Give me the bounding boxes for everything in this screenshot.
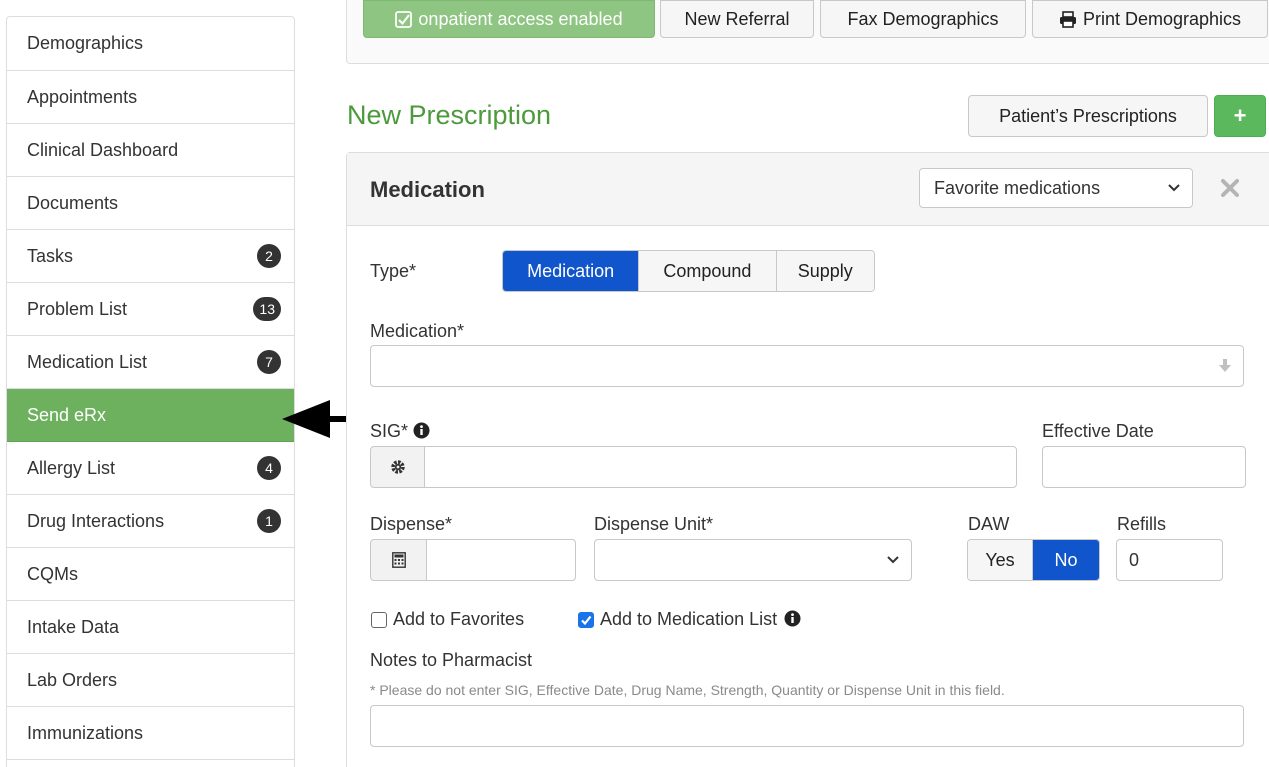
sidebar-item-label: Send eRx xyxy=(27,404,107,425)
add-prescription-button[interactable]: + xyxy=(1214,95,1266,137)
sidebar-item-label: Appointments xyxy=(27,86,138,107)
add-to-medication-list-checkbox[interactable] xyxy=(578,612,594,628)
type-segmented-control: Medication Compound Supply xyxy=(502,250,875,292)
info-icon[interactable] xyxy=(413,422,430,439)
print-demographics-label: Print Demographics xyxy=(1082,8,1242,29)
dispense-calculator-button[interactable] xyxy=(370,539,427,581)
daw-label: DAW xyxy=(968,514,1010,534)
medication-panel: Medication Favorite medications Type* Me… xyxy=(346,152,1269,767)
add-to-medication-list-text: Add to Medication List xyxy=(600,609,778,629)
type-supply-button[interactable]: Supply xyxy=(776,251,874,291)
onpatient-access-label: onpatient access enabled xyxy=(418,8,623,29)
sidebar-item-label: Intake Data xyxy=(27,616,120,637)
sidebar-item-intake-data[interactable]: Intake Data xyxy=(7,601,294,654)
count-badge: 2 xyxy=(257,244,281,268)
sig-settings-button[interactable] xyxy=(370,446,425,488)
sig-label: SIG* xyxy=(370,421,430,442)
sidebar-item-label: Clinical Dashboard xyxy=(27,139,179,160)
count-badge: 7 xyxy=(257,350,281,374)
new-referral-button[interactable]: New Referral xyxy=(660,0,814,38)
plus-icon: + xyxy=(1233,103,1247,128)
favorite-medications-value: Favorite medications xyxy=(934,177,1101,198)
type-compound-button[interactable]: Compound xyxy=(639,251,777,291)
notes-to-pharmacist-input[interactable] xyxy=(370,705,1244,747)
sidebar-nav: Demographics Appointments Clinical Dashb… xyxy=(6,16,295,767)
onpatient-access-button[interactable]: onpatient access enabled xyxy=(363,0,655,38)
effective-date-input[interactable] xyxy=(1042,446,1246,488)
sidebar-item-allergy-list[interactable]: Allergy List 4 xyxy=(7,442,294,495)
sidebar-item-send-erx[interactable]: Send eRx xyxy=(7,389,294,442)
new-referral-label: New Referral xyxy=(684,8,790,29)
sidebar-item-label: Medication List xyxy=(27,351,148,372)
daw-segmented-control: Yes No xyxy=(967,539,1100,581)
dispense-unit-select[interactable] xyxy=(594,539,912,581)
refills-input[interactable]: 0 xyxy=(1116,539,1223,581)
notes-to-pharmacist-label: Notes to Pharmacist xyxy=(370,650,533,670)
sidebar-item-label: CQMs xyxy=(27,563,78,584)
count-badge: 13 xyxy=(253,297,281,321)
close-icon[interactable] xyxy=(1219,177,1241,199)
dispense-label: Dispense* xyxy=(370,514,453,534)
demographics-toolbar: onpatient access enabled New Referral Fa… xyxy=(346,0,1269,64)
chevron-down-icon xyxy=(887,556,899,564)
sig-label-text: SIG* xyxy=(370,421,409,441)
count-badge: 4 xyxy=(257,456,281,480)
refills-label: Refills xyxy=(1117,514,1167,534)
checkbox-check-icon xyxy=(395,10,413,28)
effective-date-label: Effective Date xyxy=(1042,421,1154,441)
gear-icon xyxy=(390,460,405,474)
sidebar-item-clinical-dashboard[interactable]: Clinical Dashboard xyxy=(7,124,294,177)
daw-yes-button[interactable]: Yes xyxy=(968,540,1034,580)
sidebar-item-medication-list[interactable]: Medication List 7 xyxy=(7,336,294,389)
dispense-input[interactable] xyxy=(426,539,576,581)
info-icon[interactable] xyxy=(784,610,801,627)
notes-hint-text: * Please do not enter SIG, Effective Dat… xyxy=(370,682,1005,698)
sig-input[interactable] xyxy=(424,446,1017,488)
sidebar-item-label: Lab Orders xyxy=(27,669,118,690)
sidebar-item-cqms[interactable]: CQMs xyxy=(7,548,294,601)
sidebar-item-label: Allergy List xyxy=(27,457,116,478)
sidebar-item-label: Documents xyxy=(27,192,119,213)
patients-prescriptions-button[interactable]: Patient’s Prescriptions xyxy=(968,95,1208,137)
sidebar-item-label: Problem List xyxy=(27,298,128,319)
calculator-icon xyxy=(391,552,406,568)
print-demographics-button[interactable]: Print Demographics xyxy=(1032,0,1268,38)
sidebar-item-immunizations[interactable]: Immunizations xyxy=(7,707,294,760)
arrow-down-icon xyxy=(1219,359,1231,372)
count-badge: 1 xyxy=(257,509,281,533)
daw-no-button[interactable]: No xyxy=(1033,540,1099,580)
add-to-medication-list-label[interactable]: Add to Medication List xyxy=(600,609,801,630)
add-to-favorites-checkbox[interactable] xyxy=(371,612,387,628)
sidebar-item-drug-interactions[interactable]: Drug Interactions 1 xyxy=(7,495,294,548)
sidebar-item-label: Demographics xyxy=(27,33,144,53)
patients-prescriptions-label: Patient’s Prescriptions xyxy=(999,105,1177,126)
sidebar-item-lab-orders[interactable]: Lab Orders xyxy=(7,654,294,707)
sidebar-item-problem-list[interactable]: Problem List 13 xyxy=(7,283,294,336)
check-icon xyxy=(581,615,592,626)
sidebar-item-label: Tasks xyxy=(27,245,74,266)
sidebar-item-label: Immunizations xyxy=(27,722,144,743)
fax-demographics-label: Fax Demographics xyxy=(847,8,999,29)
sidebar-item-documents[interactable]: Documents xyxy=(7,177,294,230)
type-label: Type* xyxy=(370,261,417,281)
medication-label: Medication* xyxy=(370,321,465,341)
add-to-favorites-label[interactable]: Add to Favorites xyxy=(393,609,524,630)
page-title: New Prescription xyxy=(347,100,552,130)
dispense-unit-label: Dispense Unit* xyxy=(594,514,714,534)
favorite-medications-select[interactable]: Favorite medications xyxy=(919,168,1193,208)
sidebar-item-demographics[interactable]: Demographics xyxy=(7,17,294,71)
fax-demographics-button[interactable]: Fax Demographics xyxy=(820,0,1026,38)
sidebar-item-appointments[interactable]: Appointments xyxy=(7,71,294,124)
chevron-down-icon xyxy=(1168,184,1180,192)
printer-icon xyxy=(1059,10,1076,28)
medication-panel-title: Medication xyxy=(370,177,485,202)
medication-panel-header: Medication Favorite medications xyxy=(347,153,1269,226)
type-medication-button[interactable]: Medication xyxy=(503,251,640,291)
sidebar-item-tasks[interactable]: Tasks 2 xyxy=(7,230,294,283)
sidebar-item-label: Drug Interactions xyxy=(27,510,165,531)
medication-input[interactable] xyxy=(370,345,1244,387)
refills-input-value: 0 xyxy=(1129,549,1140,570)
